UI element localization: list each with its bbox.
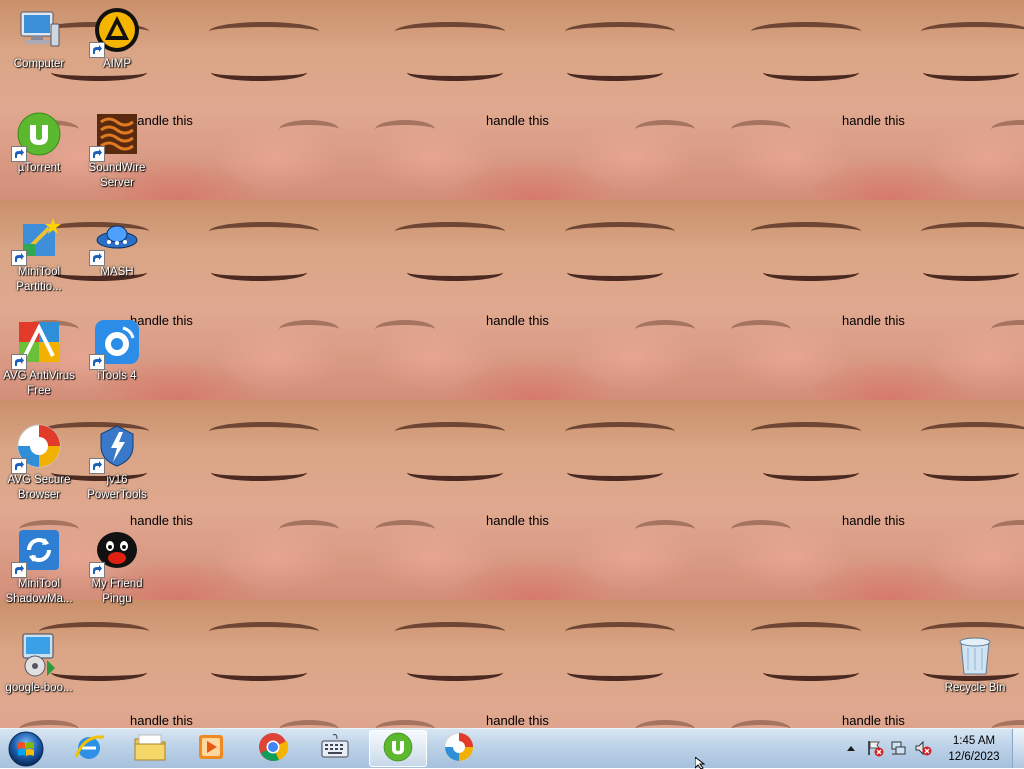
desktop-icon-label: MASH bbox=[100, 266, 134, 278]
desktop-icon-label: AVG Secure Browser bbox=[7, 474, 71, 501]
clock-date: 12/6/2023 bbox=[948, 751, 1000, 763]
desktop-icon-label: MiniTool Partitio... bbox=[16, 266, 62, 293]
avg-antivirus-icon bbox=[11, 318, 63, 370]
action-center-flag-icon[interactable] bbox=[866, 739, 884, 761]
desktop-icon[interactable]: MASH bbox=[78, 214, 156, 280]
file-explorer-icon bbox=[133, 731, 167, 767]
taskbar-button[interactable] bbox=[430, 730, 488, 767]
taskbar-button[interactable] bbox=[306, 730, 364, 767]
desktop[interactable]: handle this handle this handle this handle … bbox=[0, 0, 1024, 728]
show-desktop-button[interactable] bbox=[1012, 729, 1024, 768]
desktop-icon-label: My Friend Pingu bbox=[91, 578, 143, 605]
wallpaper-tile: handle this bbox=[355, 600, 711, 728]
on-screen-keyboard-icon bbox=[319, 731, 351, 767]
desktop-icon-label: Computer bbox=[13, 58, 65, 70]
media-player-icon bbox=[195, 731, 227, 767]
wallpaper-tile: handle this bbox=[355, 200, 711, 400]
itools-icon bbox=[89, 318, 141, 370]
desktop-icon-label: AVG AntiVirus Free bbox=[3, 370, 75, 397]
desktop-icon[interactable]: AVG AntiVirus Free bbox=[0, 318, 78, 399]
taskbar: 1:45 AM 12/6/2023 bbox=[0, 728, 1024, 768]
soundwire-icon bbox=[89, 110, 141, 162]
desktop-icon-label: jv16 PowerTools bbox=[87, 474, 147, 501]
computer-icon bbox=[15, 6, 63, 54]
wallpaper-caption: handle this bbox=[842, 513, 905, 528]
desktop-icon[interactable]: Computer bbox=[0, 6, 78, 72]
clock-time: 1:45 AM bbox=[952, 735, 996, 747]
desktop-icon-label: google-boo... bbox=[5, 682, 73, 694]
start-button[interactable] bbox=[4, 730, 48, 767]
wallpaper-caption: handle this bbox=[842, 713, 905, 728]
shortcut-arrow-icon bbox=[11, 458, 27, 474]
utorrent-icon bbox=[11, 110, 63, 162]
shortcut-arrow-icon bbox=[89, 562, 105, 578]
mouse-cursor-icon bbox=[695, 757, 706, 769]
avg-browser-icon bbox=[11, 422, 63, 474]
taskbar-button[interactable] bbox=[182, 730, 240, 767]
shortcut-arrow-icon bbox=[11, 562, 27, 578]
wallpaper-caption: handle this bbox=[486, 113, 549, 128]
desktop-icon[interactable]: My Friend Pingu bbox=[78, 526, 156, 607]
volume-muted-icon[interactable] bbox=[914, 739, 932, 761]
desktop-icon[interactable]: google-boo... bbox=[0, 630, 78, 696]
shortcut-arrow-icon bbox=[11, 354, 27, 370]
wallpaper-tile: handle this bbox=[711, 400, 1024, 600]
desktop-icon-label: iTools 4 bbox=[97, 370, 137, 382]
desktop-icon-label: MiniTool ShadowMa... bbox=[5, 578, 73, 605]
desktop-icon[interactable]: SoundWire Server bbox=[78, 110, 156, 191]
recycle-bin-icon bbox=[951, 630, 999, 678]
network-icon[interactable] bbox=[890, 739, 908, 761]
shortcut-arrow-icon bbox=[89, 42, 105, 58]
taskbar-button[interactable] bbox=[369, 730, 427, 767]
desktop-icon[interactable]: MiniTool Partitio... bbox=[0, 214, 78, 295]
taskbar-button[interactable] bbox=[60, 730, 118, 767]
desktop-icon[interactable]: AVG Secure Browser bbox=[0, 422, 78, 503]
desktop-icon[interactable]: MiniTool ShadowMa... bbox=[0, 526, 78, 607]
aimp-icon bbox=[89, 6, 141, 58]
mash-icon bbox=[89, 214, 141, 266]
shortcut-arrow-icon bbox=[89, 146, 105, 162]
wallpaper-tile: handle this bbox=[355, 0, 711, 200]
internet-explorer-icon bbox=[73, 731, 105, 767]
taskbar-button[interactable] bbox=[121, 730, 179, 767]
desktop-icon-label: Recycle Bin bbox=[944, 682, 1006, 694]
minitool-shadowmaker-icon bbox=[11, 526, 63, 578]
desktop-icon-label: AIMP bbox=[102, 58, 132, 70]
show-hidden-icons-icon[interactable] bbox=[846, 739, 856, 761]
utorrent-icon bbox=[382, 731, 414, 767]
wallpaper-caption: handle this bbox=[486, 713, 549, 728]
wallpaper-tile: handle this bbox=[711, 200, 1024, 400]
clock[interactable]: 1:45 AM 12/6/2023 bbox=[934, 733, 1014, 765]
desktop-icon-label: µTorrent bbox=[17, 162, 61, 174]
shortcut-arrow-icon bbox=[89, 250, 105, 266]
wallpaper-tile: handle this bbox=[355, 400, 711, 600]
shortcut-arrow-icon bbox=[11, 146, 27, 162]
desktop-icon[interactable]: jv16 PowerTools bbox=[78, 422, 156, 503]
wallpaper-caption: handle this bbox=[486, 513, 549, 528]
shortcut-arrow-icon bbox=[89, 458, 105, 474]
wallpaper-caption: handle this bbox=[842, 113, 905, 128]
wallpaper-caption: handle this bbox=[130, 713, 193, 728]
installer-icon bbox=[15, 630, 63, 678]
avg-browser-icon bbox=[443, 731, 475, 767]
taskbar-button[interactable] bbox=[244, 730, 302, 767]
minitool-partition-icon bbox=[11, 214, 63, 266]
desktop-icon[interactable]: µTorrent bbox=[0, 110, 78, 176]
desktop-icon[interactable]: AIMP bbox=[78, 6, 156, 72]
wallpaper-tile: handle this bbox=[711, 0, 1024, 200]
jv16-icon bbox=[89, 422, 141, 474]
shortcut-arrow-icon bbox=[11, 250, 27, 266]
wallpaper-caption: handle this bbox=[842, 313, 905, 328]
pingu-icon bbox=[89, 526, 141, 578]
windows-start-icon bbox=[8, 731, 44, 766]
desktop-icon[interactable]: Recycle Bin bbox=[936, 630, 1014, 696]
shortcut-arrow-icon bbox=[89, 354, 105, 370]
desktop-icon[interactable]: iTools 4 bbox=[78, 318, 156, 384]
desktop-icon-label: SoundWire Server bbox=[88, 162, 146, 189]
chrome-icon bbox=[257, 731, 289, 767]
wallpaper-caption: handle this bbox=[486, 313, 549, 328]
